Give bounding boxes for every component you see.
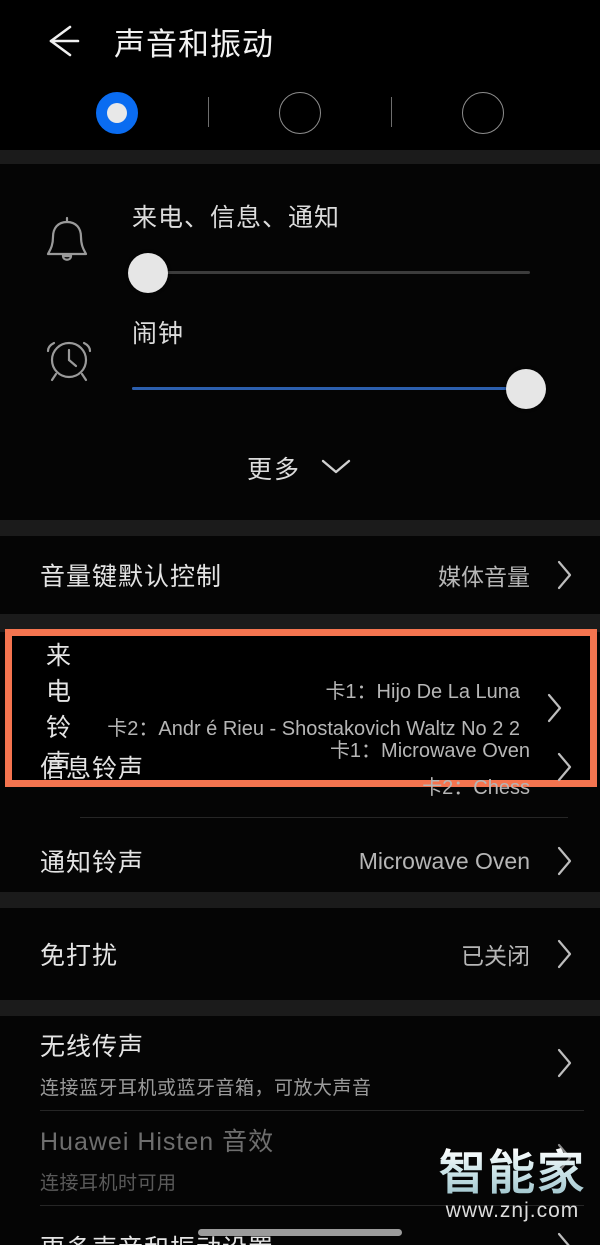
slider-row-ring: 来电、信息、通知 xyxy=(0,198,600,314)
chevron-right-icon xyxy=(540,1141,574,1175)
more-label: 更多 xyxy=(246,456,301,484)
row-title: 免打扰 xyxy=(40,942,119,970)
slider-track xyxy=(132,271,530,274)
slider-thumb[interactable] xyxy=(506,369,546,409)
section-gap xyxy=(0,520,600,536)
row-title: Huawei Histen 音效 xyxy=(40,1127,275,1156)
slider-label-alarm: 闹钟 xyxy=(132,320,185,348)
dnd-section: 免打扰 已关闭 xyxy=(0,908,600,1000)
chevron-down-icon xyxy=(319,456,353,481)
row-volume-key-default[interactable]: 音量键默认控制 媒体音量 xyxy=(0,536,600,614)
section-gap xyxy=(0,1000,600,1016)
row-value: Microwave Oven xyxy=(358,847,530,874)
ringer-mode-option-ring[interactable] xyxy=(94,92,140,139)
ringtones-section: 来电铃声 卡1：Hijo De La Luna 卡2：Andr é Rieu -… xyxy=(0,629,600,892)
ringer-mode-option-vibrate[interactable] xyxy=(277,92,323,139)
chevron-right-icon xyxy=(540,937,574,971)
row-value-sim1: 卡1：Hijo De La Luna xyxy=(325,681,520,703)
audio-extras-section: 无线传声 连接蓝牙耳机或蓝牙音箱，可放大声音 Huawei Histen 音效 … xyxy=(0,1016,600,1245)
chevron-right-icon xyxy=(540,1230,574,1245)
row-value-sim1: 卡1：Microwave Oven xyxy=(329,740,530,762)
slider-row-alarm: 闹钟 xyxy=(0,314,600,430)
phone-screen: 声音和振动 来电、信息、通知 闹钟 更多 音量键默认控制 媒体音量 来电铃声 卡… xyxy=(0,0,600,1245)
row-title: 通知铃声 xyxy=(40,849,145,877)
radio-unselected-icon xyxy=(278,92,321,134)
row-wireless-sound[interactable]: 无线传声 连接蓝牙耳机或蓝牙音箱，可放大声音 xyxy=(0,1016,600,1110)
row-more-sound-settings[interactable]: 更多声音和振动设置 xyxy=(0,1206,600,1245)
section-gap xyxy=(0,150,600,164)
row-huawei-histen[interactable]: Huawei Histen 音效 连接耳机时可用 xyxy=(0,1111,600,1205)
volume-sliders-section: 来电、信息、通知 闹钟 更多 xyxy=(0,164,600,520)
row-subtitle: 连接耳机时可用 xyxy=(40,1172,177,1194)
row-value: 媒体音量 xyxy=(438,564,530,590)
row-message-ringtone[interactable]: 信息铃声 卡1：Microwave Oven 卡2：Chess xyxy=(0,728,600,806)
back-arrow-icon[interactable] xyxy=(40,18,86,64)
slider-ring[interactable] xyxy=(128,253,530,293)
row-do-not-disturb[interactable]: 免打扰 已关闭 xyxy=(0,908,600,1000)
radio-unselected-icon xyxy=(462,92,505,134)
slider-thumb[interactable] xyxy=(128,253,168,293)
row-title: 无线传声 xyxy=(40,1032,145,1061)
alarm-clock-icon xyxy=(42,322,104,396)
slider-alarm[interactable] xyxy=(132,369,546,409)
ringer-mode-selector[interactable] xyxy=(0,82,600,150)
row-title: 音量键默认控制 xyxy=(40,563,223,591)
page-title: 声音和振动 xyxy=(114,26,274,62)
slider-body-ring: 来电、信息、通知 xyxy=(128,198,600,293)
row-value-sim2: 卡2：Chess xyxy=(422,777,530,799)
divider xyxy=(80,817,568,818)
chevron-right-icon xyxy=(530,691,564,725)
app-bar: 声音和振动 xyxy=(0,0,600,82)
chevron-right-icon xyxy=(540,1046,574,1080)
mode-separator xyxy=(390,97,393,127)
more-volume-toggle[interactable]: 更多 xyxy=(0,430,600,506)
radio-selected-icon xyxy=(95,92,138,134)
slider-label-ring: 来电、信息、通知 xyxy=(132,204,341,232)
row-notification-ringtone[interactable]: 通知铃声 Microwave Oven xyxy=(0,822,600,900)
slider-body-alarm: 闹钟 xyxy=(132,314,600,409)
slider-fill xyxy=(132,387,530,390)
chevron-right-icon xyxy=(540,750,574,784)
row-subtitle: 连接蓝牙耳机或蓝牙音箱，可放大声音 xyxy=(40,1077,372,1099)
volume-key-section: 音量键默认控制 媒体音量 xyxy=(0,536,600,614)
bell-icon xyxy=(42,206,104,280)
chevron-right-icon xyxy=(540,844,574,878)
row-title: 信息铃声 xyxy=(40,755,145,783)
status-badge: 已关闭 xyxy=(461,943,530,969)
chevron-right-icon xyxy=(540,558,574,592)
home-indicator[interactable] xyxy=(198,1229,402,1236)
mode-separator xyxy=(207,97,210,127)
ringer-mode-option-silent[interactable] xyxy=(460,92,506,139)
